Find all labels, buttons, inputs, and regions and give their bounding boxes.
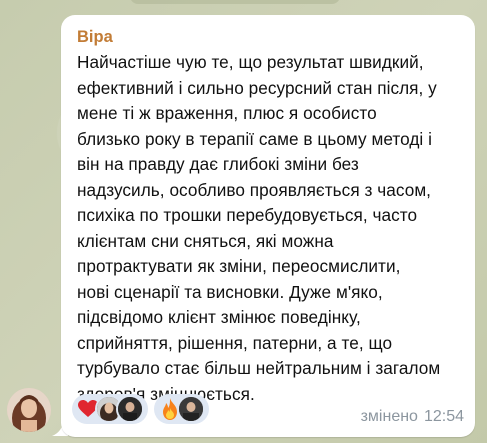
message-text: Найчастіше чую те, що результат швидкий,… [77,50,469,407]
scroll-date-pill [130,0,340,4]
message-line: Найчастіше чую те, що результат швидкий, [77,52,424,72]
reactor-avatar [116,395,144,423]
message-line: підсвідомо клієнт змінює поведінку, [77,307,361,327]
reactor-avatar [177,395,205,423]
message-line: він на правду дає глибокі зміни без [77,154,359,174]
reaction-heart[interactable] [72,394,148,424]
message-line: мене ті ж враження, плюс я особисто [77,103,377,123]
message-line: сприйняття, рішення, патерни, а те, що [77,332,393,353]
message-line: надзусиль, особливо проявляється з часом… [77,179,432,200]
edited-label: змінено [360,408,418,425]
sender-name[interactable]: Віра [77,28,113,47]
reaction-fire[interactable] [154,394,209,424]
message-time: 12:54 [423,408,464,425]
message-line: близько року в терапії саме в цьому мето… [77,128,432,149]
sender-avatar[interactable] [7,388,51,432]
message-bubble[interactable]: Віра Найчастіше чую те, що результат шви… [61,15,475,437]
message-line: протрактувати як зміни, переосмислити, [77,256,401,276]
message-line: турбувало стає більш нейтральним і загал… [77,358,441,378]
message-line: ефективний і сильно ресурсний стан після… [77,77,437,98]
message-line: психіка по трошки перебудовується, часто [77,205,418,225]
message-meta: змінено 12:54 [361,408,464,426]
message-line: нові сценарії та висновки. Дуже м'яко, [77,281,383,302]
reactions-bar [72,394,209,424]
message-line: клієнтам сни сняться, які можна [77,230,334,251]
avatar-photo [7,388,51,432]
